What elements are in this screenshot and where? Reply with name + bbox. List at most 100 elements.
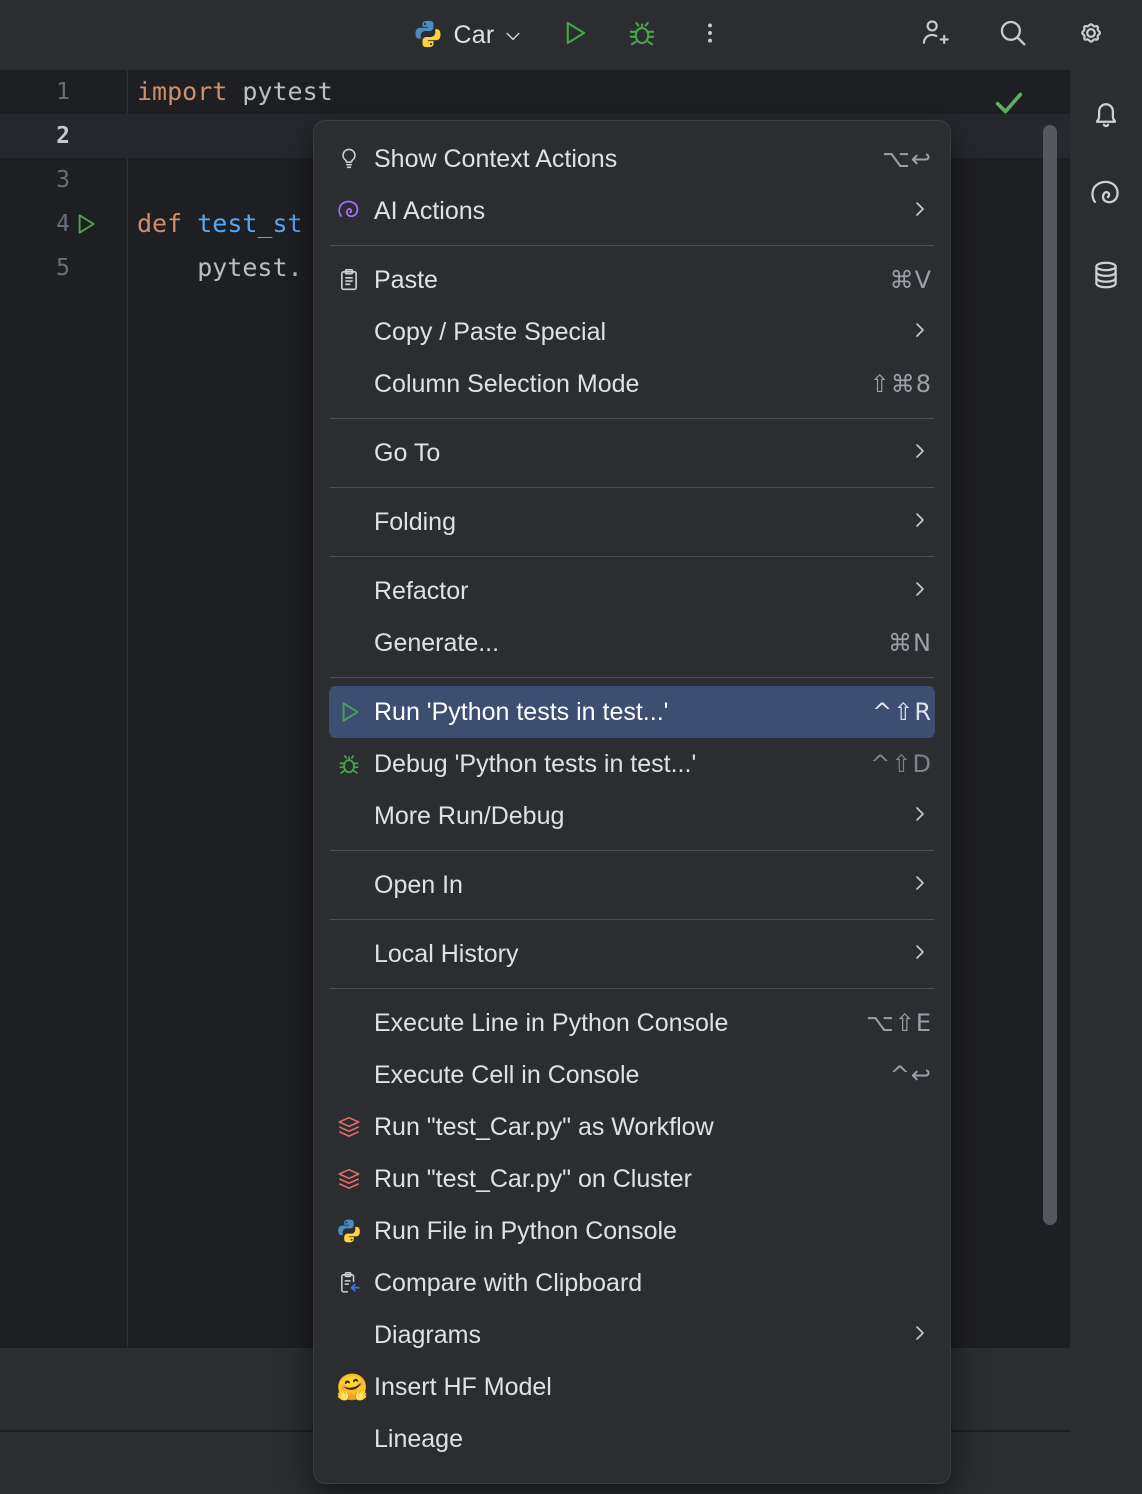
menu-item[interactable]: Column Selection Mode⇧⌘8 [314,358,950,410]
run-triangle-icon [336,697,370,727]
bell-icon [1088,97,1124,138]
menu-item[interactable]: Go To [314,427,950,479]
menu-item-shortcut: ⌘N [888,629,932,657]
sidebar-item-ai-assistant[interactable] [1083,174,1129,220]
menu-item[interactable]: Run 'Python tests in test...'^⇧R [314,686,950,738]
spiral-icon [1088,177,1124,218]
editor-context-menu[interactable]: Show Context Actions⌥↩ AI Actions Paste⌘V C… [313,120,951,1484]
run-triangle-icon [559,18,589,53]
menu-item[interactable]: Folding [314,496,950,548]
menu-item-shortcut: ⇧⌘8 [870,370,932,398]
menu-item-label: Compare with Clipboard [370,1269,932,1298]
menu-item-shortcut: ^⇧D [870,750,932,778]
menu-item-label: Open In [370,871,912,900]
menu-item-label: Run File in Python Console [370,1217,932,1246]
more-actions-button[interactable] [683,12,737,58]
stack-layers-icon [336,1112,370,1142]
code-token: pytest. [137,253,303,282]
menu-item-label: Execute Line in Python Console [370,1009,866,1038]
code-token: pytest [227,77,332,106]
menu-item-label: Insert HF Model [370,1373,932,1402]
menu-item-label: Diagrams [370,1321,912,1350]
bug-icon [627,18,657,53]
code-with-me-button[interactable] [908,12,962,58]
menu-item-no-icon [336,438,370,468]
chevron-right-icon [912,577,932,606]
menu-item[interactable]: Run "test_Car.py" as Workflow [314,1101,950,1153]
menu-item[interactable]: Execute Line in Python Console⌥⇧E [314,997,950,1049]
main-toolbar: Car [0,0,1142,70]
compare-clipboard-icon [336,1268,370,1298]
run-configuration-selector[interactable]: Car [405,15,530,55]
menu-item[interactable]: Compare with Clipboard [314,1257,950,1309]
menu-item[interactable]: Run File in Python Console [314,1205,950,1257]
menu-item[interactable]: Diagrams [314,1309,950,1361]
gear-icon [1074,16,1108,55]
magnifier-icon [996,16,1030,55]
menu-item[interactable]: 🤗Insert HF Model [314,1361,950,1413]
menu-item[interactable]: Execute Cell in Console^↩ [314,1049,950,1101]
toolbar-center-group: Car [405,12,738,58]
menu-item-label: Go To [370,439,912,468]
chevron-down-icon [503,26,521,44]
menu-separator [330,850,934,851]
editor-vertical-scrollbar[interactable] [1043,125,1057,1225]
debug-button[interactable] [615,12,669,58]
search-everywhere-button[interactable] [986,12,1040,58]
menu-item-no-icon [336,507,370,537]
menu-item[interactable]: AI Actions [314,185,950,237]
run-triangle-icon[interactable] [72,211,98,237]
menu-item-label: Copy / Paste Special [370,318,912,347]
menu-item-no-icon [336,939,370,969]
database-icon [1088,257,1124,298]
line-number: 3 [0,158,70,202]
python-logo-icon [413,19,445,51]
menu-item[interactable]: Open In [314,859,950,911]
stack-layers-icon [336,1164,370,1194]
chevron-right-icon [912,1321,932,1350]
menu-item[interactable]: Debug 'Python tests in test...'^⇧D [314,738,950,790]
menu-item[interactable]: Local History [314,928,950,980]
menu-item-label: Run "test_Car.py" as Workflow [370,1113,932,1142]
menu-item[interactable]: Generate...⌘N [314,617,950,669]
menu-item-shortcut: ⌘V [890,266,932,294]
chevron-right-icon [912,318,932,347]
menu-item-shortcut: ⌥↩ [882,145,932,173]
run-config-name: Car [454,21,495,50]
run-button[interactable] [547,12,601,58]
menu-item[interactable]: Run "test_Car.py" on Cluster [314,1153,950,1205]
lightbulb-icon [336,144,370,174]
check-mark-icon[interactable] [992,86,1026,125]
menu-item-label: Folding [370,508,912,537]
editor-line[interactable]: 1import pytest [128,70,1070,114]
menu-separator [330,919,934,920]
menu-item[interactable]: Copy / Paste Special [314,306,950,358]
menu-separator [330,677,934,678]
clipboard-icon [336,265,370,295]
sidebar-item-database[interactable] [1083,254,1129,300]
menu-item-label: Run 'Python tests in test...' [370,698,872,727]
menu-item-label: Refactor [370,577,912,606]
menu-separator [330,556,934,557]
chevron-right-icon [912,940,932,969]
sidebar-item-notifications[interactable] [1083,94,1129,140]
menu-item[interactable]: Refactor [314,565,950,617]
vertical-dots-icon [697,20,723,51]
menu-item[interactable]: Paste⌘V [314,254,950,306]
menu-item[interactable]: Lineage [314,1413,950,1465]
menu-item-label: Run "test_Car.py" on Cluster [370,1165,932,1194]
chevron-right-icon [912,802,932,831]
menu-item-no-icon [336,317,370,347]
menu-item-label: Debug 'Python tests in test...' [370,750,870,779]
menu-item-shortcut: ^⇧R [872,698,932,726]
menu-item-label: Paste [370,266,890,295]
menu-item[interactable]: Show Context Actions⌥↩ [314,133,950,185]
menu-item-label: Column Selection Mode [370,370,870,399]
menu-item-no-icon [336,628,370,658]
settings-button[interactable] [1064,12,1118,58]
menu-item[interactable]: More Run/Debug [314,790,950,842]
menu-item-label: Generate... [370,629,888,658]
menu-item-label: AI Actions [370,197,912,226]
menu-item-shortcut: ^↩ [890,1061,932,1089]
toolbar-right-group [908,0,1132,70]
